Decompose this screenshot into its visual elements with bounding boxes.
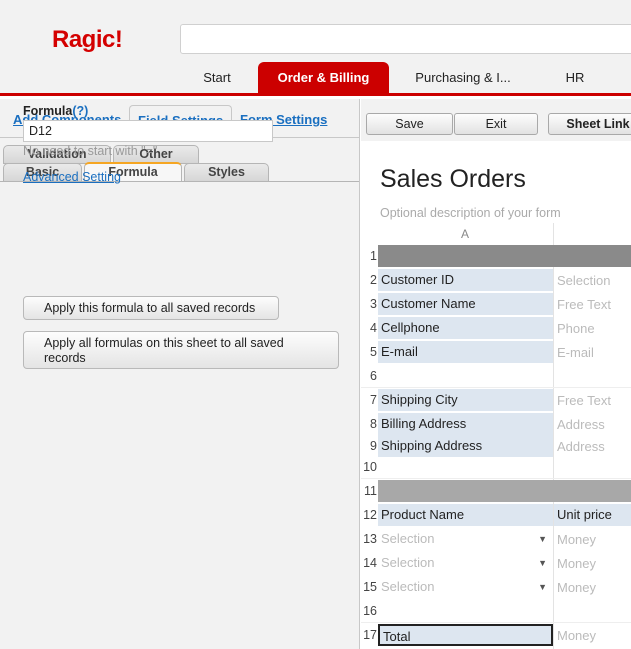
sheet-canvas: Save Exit Sheet Link Sales Orders Option… [361, 99, 631, 649]
field-label[interactable]: Billing Address [378, 413, 553, 435]
field-label[interactable]: Cellphone [378, 317, 553, 339]
row-number: 9 [370, 439, 377, 453]
sheet-toolbar: Save Exit Sheet Link [361, 99, 631, 141]
column-divider [553, 223, 554, 649]
row-number: 1 [370, 249, 377, 263]
row-number: 13 [363, 532, 377, 546]
row-number: 3 [370, 297, 377, 311]
section-header-bar[interactable] [378, 480, 631, 502]
field-label[interactable]: Shipping Address [378, 435, 553, 457]
row-number: 5 [370, 345, 377, 359]
ragic-logo[interactable]: Ragic! [52, 26, 123, 54]
row-divider [361, 622, 631, 623]
formula-hint: No need to start with "=" [23, 144, 158, 158]
section-header-bar[interactable] [378, 245, 631, 267]
field-type-placeholder[interactable]: Free Text [557, 393, 611, 408]
formula-help-link[interactable]: (?) [72, 104, 88, 118]
row-number: 11 [364, 484, 377, 498]
formula-label-text: Formula [23, 104, 73, 118]
tab-purchasing[interactable]: Purchasing & I... [402, 62, 524, 96]
tab-hr[interactable]: HR [548, 62, 602, 96]
field-label-selected[interactable]: Total [378, 624, 553, 646]
advanced-setting-link[interactable]: Advanced Setting [23, 170, 121, 184]
row-number: 2 [370, 273, 377, 287]
apply-all-formulas-button[interactable]: Apply all formulas on this sheet to all … [23, 331, 339, 369]
row-number: 12 [363, 508, 377, 522]
field-type-placeholder[interactable]: Free Text [557, 297, 611, 312]
field-label[interactable]: Unit price [554, 504, 631, 526]
row-number: 6 [370, 369, 377, 383]
tab-order-billing[interactable]: Order & Billing [258, 62, 389, 96]
field-type-placeholder[interactable]: Money [557, 628, 596, 643]
sheet-link-button[interactable]: Sheet Link [548, 113, 631, 135]
field-type-placeholder[interactable]: Money [557, 580, 596, 595]
field-label[interactable]: Customer Name [378, 293, 553, 315]
row-number: 14 [363, 556, 377, 570]
apply-formula-button[interactable]: Apply this formula to all saved records [23, 296, 279, 320]
selection-placeholder: Selection [381, 531, 435, 546]
formula-settings-body [0, 181, 359, 649]
dropdown-caret-icon[interactable]: ▼ [538, 528, 547, 550]
sheet-title[interactable]: Sales Orders [380, 165, 526, 194]
field-type-placeholder[interactable]: Phone [557, 321, 595, 336]
row-number: 8 [370, 417, 377, 431]
subtab-styles[interactable]: Styles [184, 163, 269, 182]
dropdown-caret-icon[interactable]: ▼ [538, 576, 547, 598]
field-type-placeholder[interactable]: Address [557, 439, 605, 454]
field-label[interactable]: Shipping City [378, 389, 553, 411]
selection-cell[interactable]: Selection ▼ [378, 576, 553, 598]
row-number: 17 [363, 628, 377, 642]
column-header-a: A [461, 227, 470, 241]
exit-button[interactable]: Exit [454, 113, 538, 135]
row-number: 16 [363, 604, 377, 618]
sheet-description[interactable]: Optional description of your form [380, 206, 561, 220]
field-type-placeholder[interactable]: E-mail [557, 345, 594, 360]
selection-placeholder: Selection [381, 579, 435, 594]
app-header: Ragic! Start Order & Billing Purchasing … [0, 0, 631, 96]
field-type-placeholder[interactable]: Money [557, 556, 596, 571]
field-type-placeholder[interactable]: Money [557, 532, 596, 547]
search-input[interactable] [180, 24, 631, 54]
row-number: 4 [370, 321, 377, 335]
formula-input[interactable] [23, 120, 273, 142]
save-button[interactable]: Save [366, 113, 453, 135]
selection-cell[interactable]: Selection ▼ [378, 528, 553, 550]
tab-start[interactable]: Start [184, 62, 250, 96]
dropdown-caret-icon[interactable]: ▼ [538, 552, 547, 574]
selection-cell[interactable]: Selection ▼ [378, 552, 553, 574]
field-label[interactable]: Customer ID [378, 269, 553, 291]
field-label[interactable]: Product Name [378, 504, 553, 526]
field-type-placeholder[interactable]: Selection [557, 273, 610, 288]
row-divider [361, 387, 631, 388]
field-type-placeholder[interactable]: Address [557, 417, 605, 432]
row-divider [361, 478, 631, 479]
row-number: 10 [363, 460, 377, 474]
row-number: 15 [363, 580, 377, 594]
formula-label: Formula(?) [23, 104, 88, 118]
selection-placeholder: Selection [381, 555, 435, 570]
field-label[interactable]: E-mail [378, 341, 553, 363]
row-number: 7 [370, 393, 377, 407]
